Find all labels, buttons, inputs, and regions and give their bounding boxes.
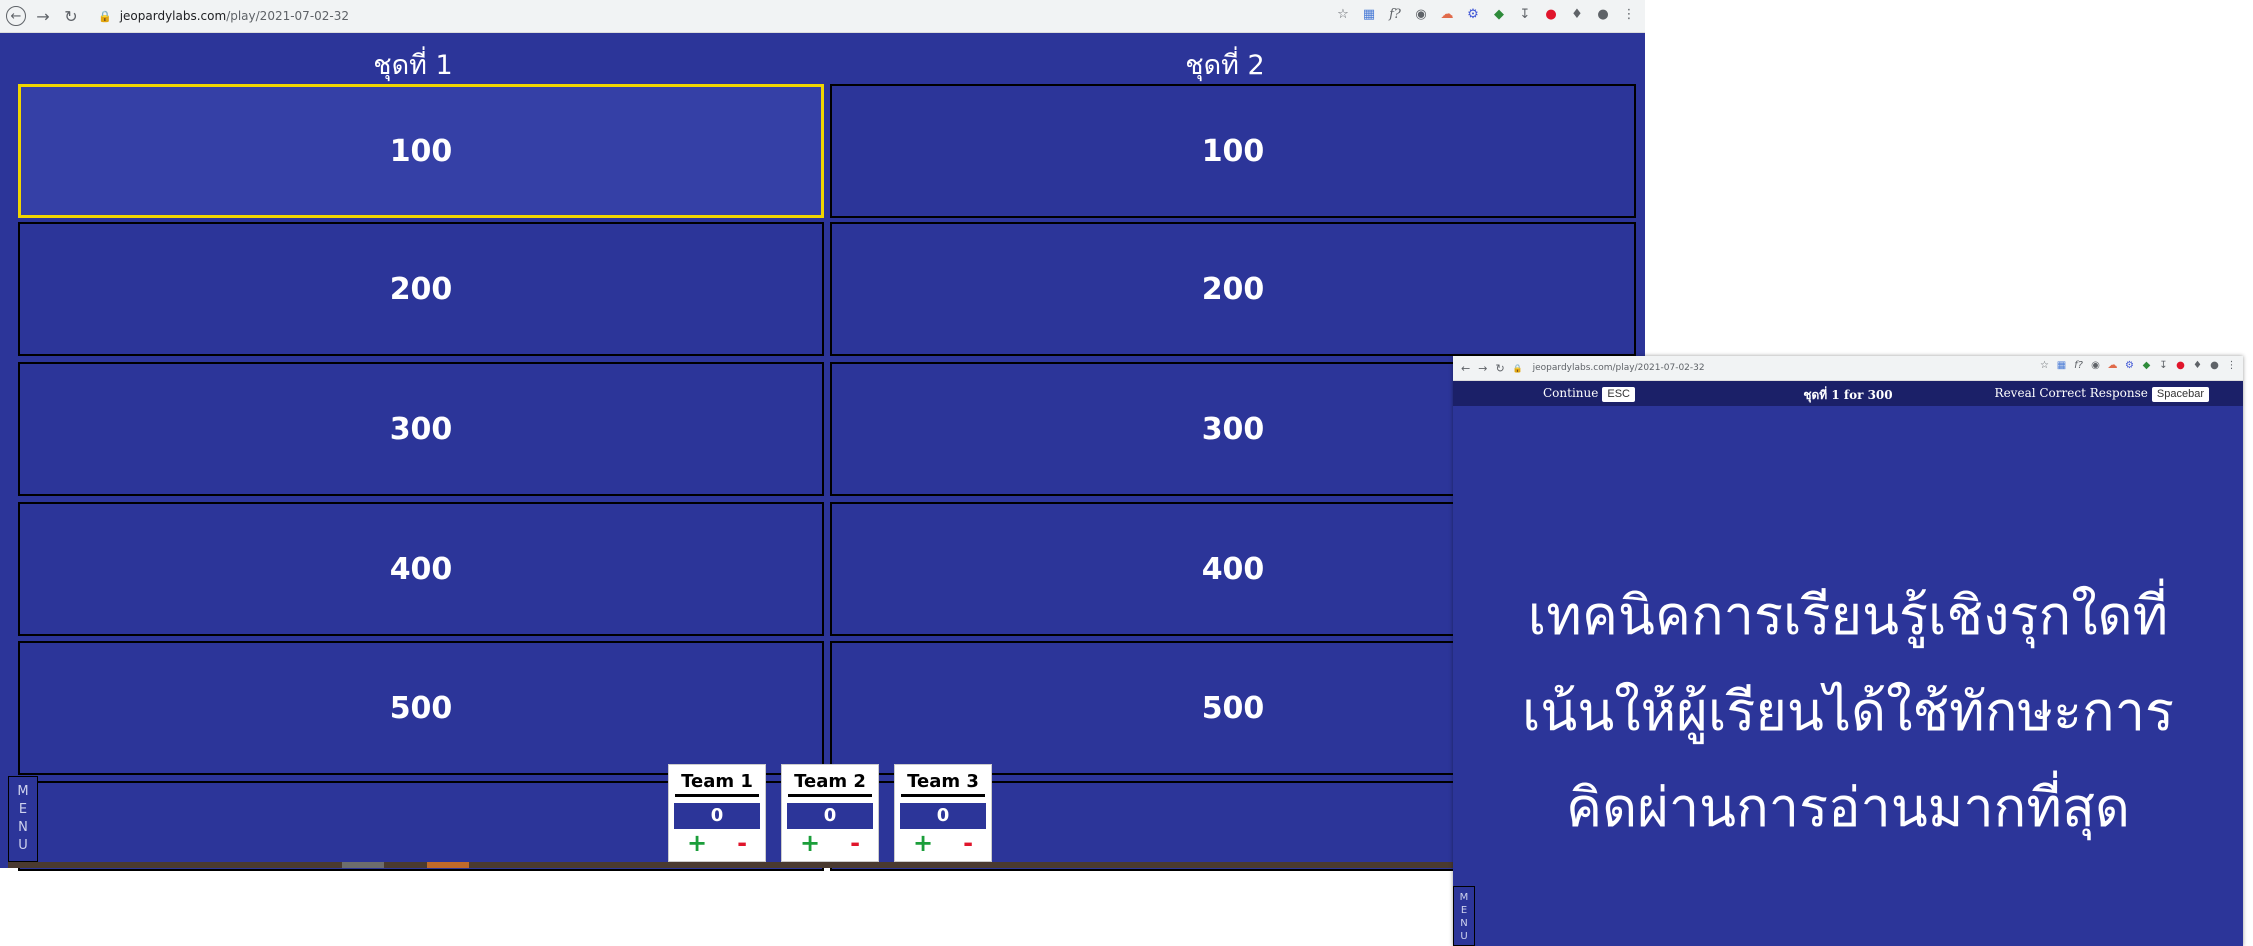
address-bar[interactable]: jeopardylabs.com/play/2021-07-02-32 [120, 9, 349, 23]
question-line: เทคนิคการเรียนรู้เชิงรุกใดที่ [1527, 584, 2169, 647]
formula-icon[interactable]: f? [2073, 360, 2084, 371]
reveal-label: Reveal Correct Response [1994, 386, 2148, 400]
add-points-button[interactable]: + [687, 831, 707, 855]
question-tile-col1-300[interactable]: 300 [18, 362, 824, 496]
category-header-2: ชุดที่ 2 [1185, 50, 1265, 81]
menu-letter: M [1459, 892, 1469, 903]
question-tile-col1-200[interactable]: 200 [18, 222, 824, 356]
circle-extension-icon[interactable]: ◉ [2090, 360, 2101, 371]
team-score[interactable]: 0 [900, 803, 986, 829]
taskbar-strip [8, 862, 1645, 868]
team-name: Team 1 [675, 771, 759, 797]
translate-icon[interactable]: ▦ [1361, 6, 1377, 22]
popup-address-bar[interactable]: jeopardylabs.com/play/2021-07-02-32 [1533, 363, 1705, 373]
category-header-1: ชุดที่ 1 [373, 50, 453, 81]
reload-icon[interactable]: ↻ [60, 5, 82, 27]
popup-menu-button[interactable]: M E N U [1453, 886, 1475, 946]
puzzle-icon[interactable]: ♦ [1569, 6, 1585, 22]
taskbar-item[interactable] [342, 862, 384, 868]
subtract-points-button[interactable]: - [850, 831, 860, 855]
popup-browser-toolbar: ← → ↻ 🔒 jeopardylabs.com/play/2021-07-02… [1453, 356, 2243, 381]
cloud-extension-icon[interactable]: ☁ [2107, 360, 2118, 371]
menu-letter: M [17, 784, 29, 799]
question-header-bar: Continue ESC ชุดที่ 1 for 300 Reveal Corr… [1453, 381, 2243, 406]
kebab-menu-icon[interactable]: ⋮ [1621, 6, 1637, 22]
forward-icon[interactable]: → [1478, 362, 1487, 375]
team-score[interactable]: 0 [787, 803, 873, 829]
spacebar-key-badge[interactable]: Spacebar [2151, 387, 2209, 402]
cube-extension-icon[interactable]: ◆ [2141, 360, 2152, 371]
profile-icon[interactable]: ● [1595, 6, 1611, 22]
gear-extension-icon[interactable]: ⚙ [1465, 6, 1481, 22]
translate-icon[interactable]: ▦ [2056, 360, 2067, 371]
reveal-control[interactable]: Reveal Correct Response Spacebar [1995, 386, 2209, 402]
pinterest-icon[interactable]: ● [1543, 6, 1559, 22]
url-host: jeopardylabs.com [119, 9, 227, 23]
question-tile-col2-200[interactable]: 200 [830, 222, 1636, 356]
download-extension-icon[interactable]: ↧ [2158, 360, 2169, 371]
lock-icon[interactable]: 🔒 [1513, 364, 1523, 373]
reload-icon[interactable]: ↻ [1495, 362, 1504, 375]
question-tile-col1-500[interactable]: 500 [18, 641, 824, 775]
question-tile-col1-100[interactable]: 100 [18, 84, 824, 218]
star-icon[interactable]: ☆ [1335, 6, 1351, 22]
browser-toolbar: ← → ↻ 🔒 jeopardylabs.com/play/2021-07-02… [0, 0, 1645, 33]
add-points-button[interactable]: + [800, 831, 820, 855]
subtract-points-button[interactable]: - [737, 831, 747, 855]
formula-icon[interactable]: f? [1387, 6, 1403, 22]
question-browser-window: ← → ↻ 🔒 jeopardylabs.com/play/2021-07-02… [1453, 356, 2243, 946]
question-line: คิดผ่านการอ่านมากที่สุด [1566, 776, 2130, 839]
team-score[interactable]: 0 [674, 803, 760, 829]
lock-icon[interactable]: 🔒 [98, 10, 112, 23]
gear-extension-icon[interactable]: ⚙ [2124, 360, 2135, 371]
menu-button[interactable]: M E N U [8, 776, 38, 862]
circle-extension-icon[interactable]: ◉ [1413, 6, 1429, 22]
question-line: เน้นให้ผู้เรียนได้ใช้ทักษะการ [1521, 680, 2175, 743]
forward-icon[interactable]: → [32, 5, 54, 27]
puzzle-icon[interactable]: ♦ [2192, 360, 2203, 371]
question-tile-col2-100[interactable]: 100 [830, 84, 1636, 218]
extensions-bar: ☆ ▦ f? ◉ ☁ ⚙ ◆ ↧ ● ♦ ● ⋮ [1335, 6, 1637, 22]
main-browser-window: ← → ↻ 🔒 jeopardylabs.com/play/2021-07-02… [0, 0, 1645, 871]
menu-letter: N [1460, 918, 1468, 929]
taskbar-item[interactable] [427, 862, 469, 868]
menu-letter: U [18, 838, 28, 853]
pinterest-icon[interactable]: ● [2175, 360, 2186, 371]
cube-extension-icon[interactable]: ◆ [1491, 6, 1507, 22]
question-tile-col1-400[interactable]: 400 [18, 502, 824, 636]
cloud-extension-icon[interactable]: ☁ [1439, 6, 1455, 22]
url-path: /play/2021-07-02-32 [226, 9, 350, 23]
star-icon[interactable]: ☆ [2039, 360, 2050, 371]
back-icon[interactable]: ← [6, 6, 26, 26]
team-name: Team 2 [788, 771, 872, 797]
popup-extensions-bar: ☆ ▦ f? ◉ ☁ ⚙ ◆ ↧ ● ♦ ● ⋮ [2039, 360, 2237, 371]
download-extension-icon[interactable]: ↧ [1517, 6, 1533, 22]
team-card-2: Team 2 0 + - [781, 764, 879, 862]
menu-letter: U [1460, 931, 1468, 942]
question-text: เทคนิคการเรียนรู้เชิงรุกใดที่ เน้นให้ผู้… [1453, 568, 2243, 856]
menu-letter: N [18, 820, 28, 835]
add-points-button[interactable]: + [913, 831, 933, 855]
menu-letter: E [1460, 905, 1468, 916]
menu-letter: E [18, 802, 28, 817]
back-icon[interactable]: ← [1461, 362, 1470, 375]
team-card-3: Team 3 0 + - [894, 764, 992, 862]
jeopardy-board: ชุดที่ 1 ชุดที่ 2 100 200 300 400 500 10… [8, 33, 1645, 871]
team-card-1: Team 1 0 + - [668, 764, 766, 862]
subtract-points-button[interactable]: - [963, 831, 973, 855]
team-name: Team 3 [901, 771, 985, 797]
kebab-menu-icon[interactable]: ⋮ [2226, 360, 2237, 371]
profile-icon[interactable]: ● [2209, 360, 2220, 371]
